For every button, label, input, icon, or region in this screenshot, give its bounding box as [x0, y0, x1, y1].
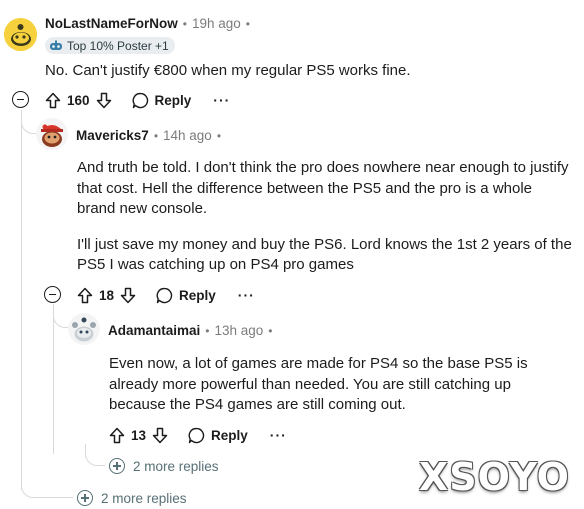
more-replies-button-outer[interactable]: 2 more replies — [77, 490, 187, 506]
upvote-arrow-icon — [45, 92, 61, 108]
username[interactable]: Mavericks7 — [76, 128, 149, 143]
comment-paragraph: Even now, a lot of games are made for PS… — [109, 355, 528, 413]
ellipsis-icon: ··· — [237, 287, 255, 303]
username[interactable]: NoLastNameForNow — [45, 16, 178, 31]
comment-actions: 13 Reply ··· — [109, 424, 287, 446]
comment-actions: 18 Reply ··· — [77, 284, 255, 306]
more-options-button[interactable]: ··· — [270, 427, 287, 443]
vote-count: 160 — [67, 92, 90, 108]
watermark: XSOYO — [418, 455, 570, 499]
separator-dot: • — [205, 323, 210, 338]
more-options-button[interactable]: ··· — [213, 92, 230, 108]
comment-body: Even now, a lot of games are made for PS… — [109, 354, 571, 416]
avatar[interactable] — [36, 118, 68, 150]
comment-paragraph: And truth be told. I don't think the pro… — [77, 159, 569, 217]
snoo-yellow-avatar-icon — [4, 18, 37, 51]
thread-curve-level2 — [21, 110, 37, 134]
more-options-button[interactable]: ··· — [238, 287, 255, 303]
reply-label: Reply — [154, 92, 192, 108]
reply-label: Reply — [179, 287, 216, 303]
separator-dot: • — [182, 16, 187, 31]
vote-count: 13 — [131, 427, 147, 443]
comment-body: And truth be told. I don't think the pro… — [77, 158, 572, 276]
snoo-red-hat-avatar-icon — [36, 118, 68, 150]
more-replies-label: 2 more replies — [101, 490, 187, 506]
comment-body: No. Can't justify €800 when my regular P… — [45, 61, 565, 82]
timestamp[interactable]: 19h ago — [192, 16, 241, 31]
separator-dot: • — [153, 128, 159, 143]
downvote-button[interactable] — [120, 287, 136, 304]
upvote-arrow-icon — [77, 287, 93, 303]
reply-label: Reply — [211, 427, 248, 443]
comment-paragraph: I'll just save my money and buy the PS6.… — [77, 235, 572, 274]
reply-button[interactable]: Reply — [188, 427, 248, 444]
separator-dot: • — [268, 323, 273, 338]
plus-circle-icon — [77, 490, 93, 506]
ellipsis-icon: ··· — [213, 92, 231, 108]
more-replies-button-inner[interactable]: 2 more replies — [109, 458, 219, 474]
upvote-button[interactable] — [77, 287, 93, 304]
avatar[interactable] — [68, 313, 100, 345]
avatar[interactable] — [4, 18, 37, 51]
downvote-arrow-icon — [120, 287, 136, 303]
comment-meta: NoLastNameForNow • 19h ago • — [45, 16, 255, 31]
chat-bubble-icon — [132, 92, 148, 108]
user-flair: Top 10% Poster +1 — [45, 37, 175, 54]
thread-curve-more-outer — [21, 470, 73, 498]
plus-circle-icon — [109, 458, 125, 474]
comment-actions: 160 Reply ··· — [45, 89, 230, 111]
timestamp[interactable]: 13h ago — [214, 323, 263, 338]
more-replies-label: 2 more replies — [133, 458, 219, 474]
collapse-thread-button[interactable] — [44, 286, 61, 303]
chat-bubble-icon — [156, 287, 173, 303]
username[interactable]: Adamantaimai — [108, 323, 200, 338]
comment-meta: Mavericks7 • 14h ago • — [76, 128, 226, 143]
comment-paragraph: No. Can't justify €800 when my regular P… — [45, 62, 411, 79]
thread-curve-level3 — [53, 304, 69, 328]
downvote-button[interactable] — [96, 92, 112, 109]
upvote-button[interactable] — [109, 427, 125, 444]
collapse-thread-button[interactable] — [12, 91, 29, 108]
chat-bubble-icon — [188, 427, 205, 443]
comment-meta: Adamantaimai • 13h ago • — [108, 323, 278, 338]
timestamp[interactable]: 14h ago — [163, 128, 212, 143]
downvote-arrow-icon — [152, 427, 168, 443]
upvote-arrow-icon — [109, 427, 125, 443]
flair-icon — [50, 40, 62, 50]
reply-button[interactable]: Reply — [156, 287, 216, 304]
thread-line-level2 — [53, 304, 54, 454]
reply-button[interactable]: Reply — [132, 92, 192, 109]
thread-line-level1 — [21, 110, 22, 490]
separator-dot: • — [245, 16, 250, 31]
separator-dot: • — [216, 128, 222, 143]
snoo-grey-avatar-icon — [68, 313, 100, 345]
vote-count: 18 — [99, 287, 115, 303]
upvote-button[interactable] — [45, 92, 61, 109]
thread-curve-more-inner — [85, 444, 105, 466]
flair-label: Top 10% Poster +1 — [67, 38, 169, 53]
ellipsis-icon: ··· — [269, 427, 287, 443]
downvote-arrow-icon — [96, 92, 111, 108]
downvote-button[interactable] — [152, 427, 168, 444]
